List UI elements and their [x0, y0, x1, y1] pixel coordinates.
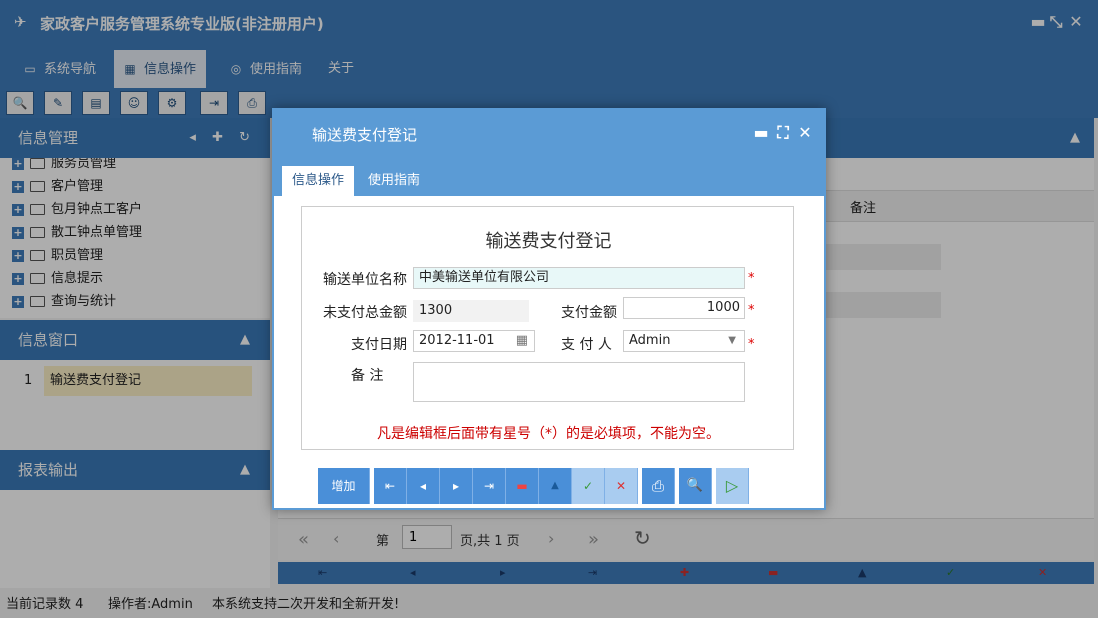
print-button[interactable]: ⎙ — [642, 468, 675, 504]
add-button[interactable]: 增加 — [318, 468, 370, 504]
required-notice: 凡是编辑框后面带有星号（*）的是必填项，不能为空。 — [377, 426, 720, 442]
prev-record-button[interactable]: ◂ — [407, 468, 440, 504]
unit-name-field[interactable]: 中美输送单位有限公司 — [413, 267, 745, 289]
dialog-tabs: 信息操作 使用指南 — [274, 156, 824, 196]
payer-label: 支 付 人 — [561, 337, 612, 353]
chevron-down-icon[interactable]: ▼ — [728, 331, 736, 351]
preview-button[interactable]: 🔍 — [679, 468, 712, 504]
dialog-minimize-icon[interactable]: ▬ — [752, 123, 770, 142]
required-mark: * — [748, 271, 755, 286]
move-up-button[interactable]: ▲ — [539, 468, 572, 504]
tab-user-guide[interactable]: 使用指南 — [358, 166, 430, 196]
first-record-button[interactable]: ⇤ — [374, 468, 407, 504]
delete-button[interactable]: ▬ — [506, 468, 539, 504]
next-record-button[interactable]: ▸ — [440, 468, 473, 504]
payment-dialog: 输送费支付登记 ▬ ⛶ ✕ 信息操作 使用指南 输送费支付登记 输送单位名称 中… — [272, 108, 826, 510]
pay-amount-label: 支付金额 — [561, 305, 617, 321]
tab-info-ops[interactable]: 信息操作 — [282, 166, 355, 196]
pay-date-label: 支付日期 — [351, 337, 407, 353]
last-record-button[interactable]: ⇥ — [473, 468, 506, 504]
note-label: 备 注 — [351, 368, 384, 384]
pay-date-field[interactable]: 2012-11-01 ▦ — [413, 330, 535, 352]
payment-form: 输送费支付登记 输送单位名称 中美输送单位有限公司 * 未支付总金额 1300 … — [301, 206, 794, 450]
dialog-maximize-icon[interactable]: ⛶ — [774, 123, 792, 143]
form-title: 输送费支付登记 — [485, 231, 612, 252]
pay-date-value: 2012-11-01 — [419, 333, 495, 348]
payer-value: Admin — [629, 333, 671, 348]
confirm-button[interactable]: ✓ — [572, 468, 605, 504]
run-button[interactable]: ▷ — [716, 468, 749, 504]
dialog-title: 输送费支付登记 — [312, 126, 418, 144]
dialog-header: 输送费支付登记 ▬ ⛶ ✕ — [274, 110, 824, 156]
required-mark: * — [748, 303, 755, 318]
calendar-icon[interactable]: ▦ — [516, 331, 528, 351]
unit-name-label: 输送单位名称 — [323, 272, 407, 288]
cancel-button[interactable]: ✕ — [605, 468, 638, 504]
unpaid-total-label: 未支付总金额 — [323, 305, 407, 321]
required-mark: * — [748, 337, 755, 352]
unpaid-total-field: 1300 — [413, 300, 529, 322]
payer-select[interactable]: Admin ▼ — [623, 330, 745, 352]
note-field[interactable] — [413, 362, 745, 402]
pay-amount-field[interactable]: 1000 — [623, 297, 745, 319]
dialog-close-icon[interactable]: ✕ — [796, 123, 814, 142]
